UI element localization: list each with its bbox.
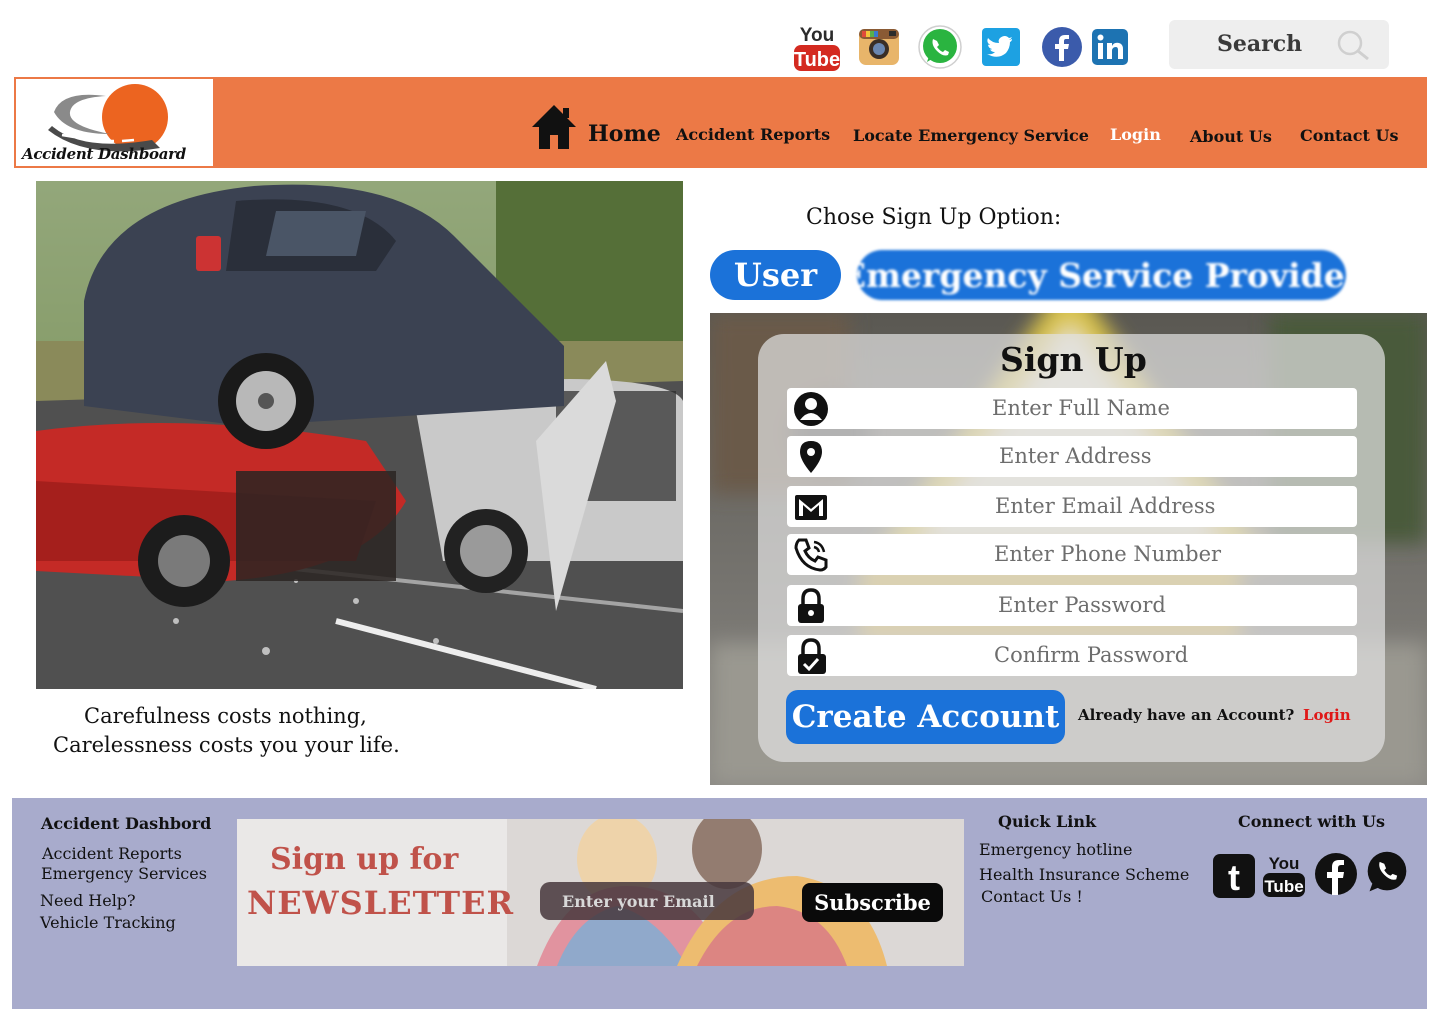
footer-whatsapp-icon[interactable]	[1364, 848, 1410, 896]
lock-icon	[792, 587, 830, 625]
nav-login[interactable]: Login	[1110, 125, 1161, 144]
nav-about-us[interactable]: About Us	[1190, 127, 1272, 146]
nav-home[interactable]: Home	[588, 121, 661, 147]
newsletter-email-input[interactable]	[540, 882, 754, 920]
footer-link-vehicle-tracking[interactable]: Vehicle Tracking	[40, 913, 176, 932]
logo[interactable]: Accident Dashboard	[16, 79, 213, 166]
linkedin-icon[interactable]	[1086, 22, 1134, 72]
already-have-account-text: Already have an Account?	[1078, 706, 1295, 724]
footer-facebook-icon[interactable]	[1313, 850, 1359, 898]
quick-link-contact-us[interactable]: Contact Us !	[981, 887, 1083, 906]
phone-icon	[792, 536, 830, 574]
tumblr-icon[interactable]: t	[1211, 852, 1257, 900]
password-placeholder: Enter Password	[998, 593, 1166, 617]
instagram-icon[interactable]	[855, 22, 903, 72]
address-field[interactable]: Enter Address	[787, 436, 1357, 477]
quick-link-title: Quick Link	[998, 812, 1097, 831]
phone-field[interactable]: Enter Phone Number	[787, 534, 1357, 575]
person-icon	[792, 390, 830, 428]
footer-link-need-help[interactable]: Need Help?	[40, 891, 136, 910]
login-link[interactable]: Login	[1303, 706, 1351, 724]
create-account-button[interactable]: Create Account	[786, 690, 1065, 744]
youtube-icon[interactable]: You Tube	[793, 22, 841, 72]
logo-text: Accident Dashboard	[22, 145, 186, 163]
nav-accident-reports[interactable]: Accident Reports	[676, 125, 830, 144]
signup-title: Sign Up	[1000, 340, 1147, 379]
esp-option-button[interactable]: Emergency Service Provider	[841, 250, 1362, 300]
address-placeholder: Enter Address	[999, 444, 1152, 468]
hero-image	[36, 181, 683, 689]
footer-youtube-icon[interactable]: You Tube	[1261, 852, 1307, 900]
email-field[interactable]: Enter Email Address	[787, 486, 1357, 527]
mail-icon	[792, 488, 830, 526]
facebook-icon[interactable]	[1038, 22, 1086, 72]
lock-check-icon	[792, 637, 830, 675]
nav-locate-emergency[interactable]: Locate Emergency Service	[853, 126, 1089, 145]
header-nav: Accident Dashboard Home Accident Reports…	[14, 77, 1427, 168]
search-icon[interactable]	[1333, 28, 1373, 62]
full-name-placeholder: Enter Full Name	[992, 396, 1170, 420]
footer-youtube-you: You	[1269, 854, 1300, 873]
footer-brand: Accident Dashbord	[41, 814, 212, 833]
hero-caption-line2: Carelessness costs you your life.	[53, 733, 400, 757]
svg-text:Tube: Tube	[794, 49, 840, 71]
search-box[interactable]: Search	[1169, 20, 1389, 69]
quick-link-emergency-hotline[interactable]: Emergency hotline	[979, 840, 1132, 859]
full-name-field[interactable]: Enter Full Name	[787, 388, 1357, 429]
connect-title: Connect with Us	[1238, 812, 1385, 831]
confirm-password-placeholder: Confirm Password	[994, 643, 1189, 667]
quick-link-health-insurance[interactable]: Health Insurance Scheme	[979, 865, 1189, 884]
confirm-password-field[interactable]: Confirm Password	[787, 635, 1357, 676]
footer-youtube-tube: Tube	[1264, 877, 1303, 896]
subscribe-button[interactable]: Subscribe	[802, 883, 943, 922]
signup-option-title: Chose Sign Up Option:	[806, 205, 1062, 230]
svg-text:You: You	[800, 25, 834, 46]
user-option-button[interactable]: User	[710, 250, 841, 300]
newsletter-heading-line2: NEWSLETTER	[247, 884, 515, 922]
search-label: Search	[1217, 31, 1303, 57]
footer-link-accident-reports[interactable]: Accident Reports	[42, 844, 182, 863]
nav-contact-us[interactable]: Contact Us	[1300, 126, 1398, 145]
twitter-icon[interactable]	[977, 22, 1025, 72]
password-field[interactable]: Enter Password	[787, 585, 1357, 626]
phone-placeholder: Enter Phone Number	[994, 542, 1222, 566]
email-placeholder: Enter Email Address	[995, 494, 1216, 518]
whatsapp-icon[interactable]	[916, 22, 964, 72]
hero-caption-line1: Carefulness costs nothing,	[84, 704, 367, 728]
home-icon[interactable]	[530, 103, 578, 151]
newsletter-heading-line1: Sign up for	[270, 842, 459, 877]
footer-link-emergency-services[interactable]: Emergency Services	[41, 864, 207, 883]
location-pin-icon	[792, 438, 830, 476]
tumblr-letter: t	[1228, 857, 1240, 898]
